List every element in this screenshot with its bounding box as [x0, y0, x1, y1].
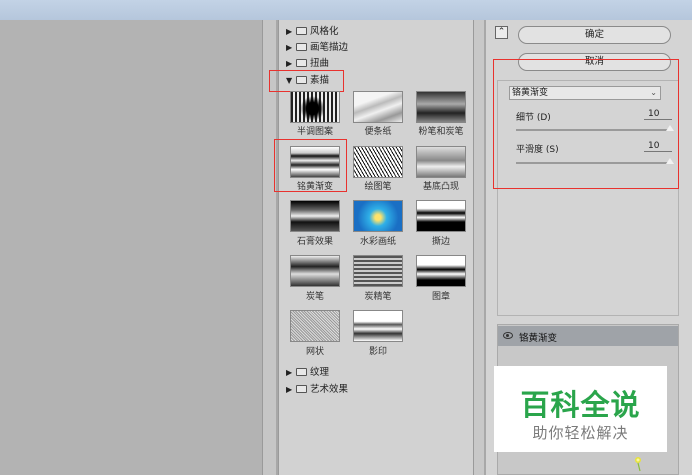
- thumb-label-chalk-charcoal: 粉笔和炭笔: [418, 127, 464, 137]
- conte-crayon-thumb[interactable]: [353, 255, 403, 287]
- stamp-thumb[interactable]: [416, 255, 466, 287]
- folder-icon: [296, 43, 307, 51]
- photocopy-thumb[interactable]: [353, 310, 403, 342]
- effect-layer-name: 铬黄渐变: [519, 333, 558, 344]
- halftone-thumb[interactable]: [290, 91, 340, 123]
- thumb-label-stamp: 图章: [431, 292, 450, 302]
- thumb-label-conte-crayon: 炭精笔: [364, 292, 392, 302]
- thumb-label-plaster: 石膏效果: [296, 237, 333, 247]
- smoothness-value-input[interactable]: 10: [644, 141, 672, 152]
- expand-triangle-icon: ▶: [286, 43, 293, 52]
- charcoal-thumb[interactable]: [290, 255, 340, 287]
- plaster-thumb[interactable]: [290, 200, 340, 232]
- expand-triangle-icon: ▶: [286, 59, 293, 68]
- reticulation-thumb[interactable]: [290, 310, 340, 342]
- folder-artistic[interactable]: ▶ 艺术效果: [286, 383, 348, 397]
- collapse-gallery-icon[interactable]: ⌃: [495, 26, 508, 39]
- decorative-flower-icon: [635, 457, 641, 472]
- detail-slider-thumb[interactable]: [666, 125, 674, 131]
- folder-stylize[interactable]: ▶ 风格化: [286, 25, 339, 39]
- thumb-label-graphic-pen: 绘图笔: [364, 182, 392, 192]
- highlight-box-params: [493, 59, 679, 189]
- eye-icon[interactable]: [503, 332, 513, 339]
- thumb-label-reticulation: 网状: [305, 347, 324, 357]
- thumb-label-photocopy: 影印: [368, 347, 387, 357]
- thumb-label-charcoal: 炭笔: [305, 292, 324, 302]
- expand-triangle-icon: ▶: [286, 27, 293, 36]
- note-paper-thumb[interactable]: [353, 91, 403, 123]
- folder-icon: [296, 27, 307, 35]
- highlight-box-chrome-filter: [274, 139, 347, 192]
- ok-button[interactable]: 确定: [518, 26, 671, 44]
- water-paper-thumb[interactable]: [353, 200, 403, 232]
- highlight-box-sketch-folder: [269, 70, 344, 92]
- expand-triangle-icon: ▶: [286, 385, 293, 394]
- folder-brush-strokes[interactable]: ▶ 画笔描边: [286, 41, 348, 55]
- detail-value-input[interactable]: 10: [644, 109, 672, 120]
- chevron-down-icon: ⌄: [650, 88, 657, 97]
- expand-triangle-icon: ▶: [286, 368, 293, 377]
- folder-distort[interactable]: ▶ 扭曲: [286, 57, 329, 71]
- image-preview-canvas[interactable]: [0, 20, 276, 475]
- graphic-pen-thumb[interactable]: [353, 146, 403, 178]
- watermark-title: 百科全说: [520, 388, 641, 422]
- thumb-label-halftone: 半调图案: [296, 127, 333, 137]
- chalk-charcoal-thumb[interactable]: [416, 91, 466, 123]
- thumb-label-bas-relief: 基底凸现: [422, 182, 459, 192]
- filter-select[interactable]: 铬黄渐变 ⌄: [509, 86, 661, 100]
- folder-icon: [296, 385, 307, 393]
- torn-edges-thumb[interactable]: [416, 200, 466, 232]
- folder-icon: [296, 368, 307, 376]
- detail-label: 细节 (D): [516, 113, 551, 123]
- thumb-label-note-paper: 便条纸: [364, 127, 392, 137]
- watermark-subtitle: 助你轻松解决: [532, 424, 629, 442]
- folder-icon: [296, 59, 307, 67]
- window-title-bar: [0, 0, 692, 20]
- smoothness-slider-thumb[interactable]: [666, 158, 674, 164]
- bas-relief-thumb[interactable]: [416, 146, 466, 178]
- detail-slider-track[interactable]: [516, 129, 672, 131]
- thumb-label-torn-edges: 撕边: [431, 237, 450, 247]
- gallery-scrollbar[interactable]: [474, 20, 484, 475]
- smoothness-label: 平滑度 (S): [516, 145, 559, 155]
- thumb-label-water-paper: 水彩画纸: [359, 237, 396, 247]
- folder-texture[interactable]: ▶ 纹理: [286, 366, 329, 380]
- smoothness-slider-track[interactable]: [516, 162, 672, 164]
